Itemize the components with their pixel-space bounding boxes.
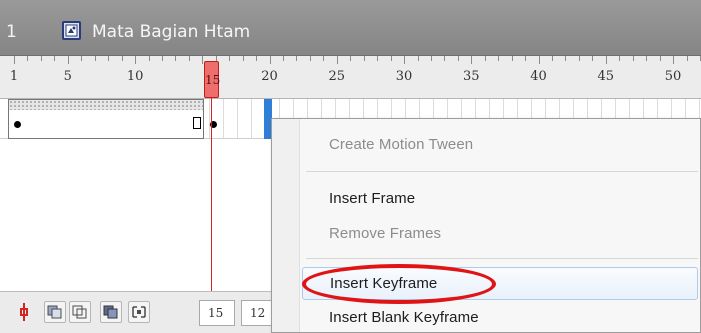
edit-multiple-frames-icon[interactable] [100,301,122,323]
movieclip-symbol-icon [62,21,81,40]
ruler-label: 30 [395,69,413,84]
playhead-frame-number: 15 [205,73,221,87]
ruler-tick [484,56,486,61]
span-end-marker-icon [193,117,201,129]
ruler-tick [67,56,69,64]
ruler-tick [350,56,352,61]
context-menu: Create Motion Tween Insert Frame Remove … [271,118,701,333]
ruler-label: 10 [126,69,144,84]
ruler-tick [686,56,688,61]
ruler-tick [377,56,379,61]
ruler-label: 35 [463,69,480,84]
ruler-tick [242,56,244,61]
ruler-tick [498,56,500,61]
frame-span-pattern [9,100,203,110]
ruler-tick [256,56,258,61]
ruler-label: 1 [9,69,19,84]
ruler-label: 45 [597,69,615,84]
ruler-tick [525,56,527,61]
ruler-tick [444,56,446,61]
ruler-tick [646,56,648,61]
keyframe-dot-icon[interactable] [14,121,21,128]
ruler-tick [175,56,177,61]
ruler-tick [659,56,661,61]
ruler-tick [619,56,621,61]
ruler-tick [188,56,190,61]
frame-span[interactable] [8,99,204,139]
ruler-tick [54,56,56,61]
ruler-tick [81,56,83,61]
ruler-tick [552,56,553,61]
modify-onion-markers-icon[interactable] [128,301,150,323]
ruler-tick [229,56,231,61]
ruler-tick [336,56,338,64]
ruler-label: 5 [63,69,72,84]
ruler-tick [121,56,123,61]
ruler-tick [309,56,311,61]
ruler-tick [417,56,419,61]
menu-separator [306,171,698,172]
scene-number[interactable]: 1 [6,22,17,42]
ruler-tick [511,56,513,61]
ruler-tick [27,56,29,61]
menu-icon-gutter [272,119,300,332]
menu-item-remove-frames[interactable]: Remove Frames [302,218,698,251]
symbol-name[interactable]: Mata Bagian Htam [92,22,250,42]
ruler-tick [283,56,284,61]
frame-ruler[interactable]: 1 5 10 20 25 30 35 40 45 50 [0,56,701,99]
menu-item-insert-keyframe[interactable]: Insert Keyframe [302,267,698,300]
ruler-tick [108,56,110,61]
ruler-label: 20 [261,69,278,84]
ruler-tick [471,56,473,64]
ruler-tick [578,56,580,61]
ruler-tick [404,56,405,64]
ruler-tick [605,56,607,64]
current-frame-field[interactable]: 15 [199,300,235,326]
onion-skin-icon[interactable] [44,301,66,323]
ruler-tick [363,56,365,61]
ruler-tick [390,56,392,61]
ruler-tick [135,56,137,64]
ruler-tick [148,56,150,61]
ruler-tick [430,56,432,61]
ruler-tick [538,56,540,64]
ruler-tick [94,56,96,61]
menu-item-create-motion-tween[interactable]: Create Motion Tween [302,129,698,162]
ruler-tick [296,56,298,61]
playhead-line [211,98,212,291]
ruler-tick [592,56,594,61]
ruler-tick [323,56,325,61]
ruler-tick [632,56,634,61]
ruler-tick [14,56,15,64]
onion-skin-outlines-icon[interactable] [69,301,91,323]
menu-item-insert-frame[interactable]: Insert Frame [302,183,698,216]
ruler-tick [40,56,42,61]
ruler-tick [565,56,567,61]
ruler-label: 25 [328,69,346,84]
menu-item-insert-blank-keyframe[interactable]: Insert Blank Keyframe [302,302,698,333]
ruler-tick [673,56,674,64]
ruler-label: 40 [530,69,547,84]
ruler-label: 50 [664,69,682,84]
menu-separator [306,258,698,259]
ruler-tick [269,56,271,64]
playhead[interactable]: 15 [204,61,221,98]
ruler-tick [161,56,163,61]
center-frame-icon[interactable] [14,301,36,323]
timeline-title-bar: 1 Mata Bagian Htam [0,0,701,56]
ruler-tick [457,56,459,61]
